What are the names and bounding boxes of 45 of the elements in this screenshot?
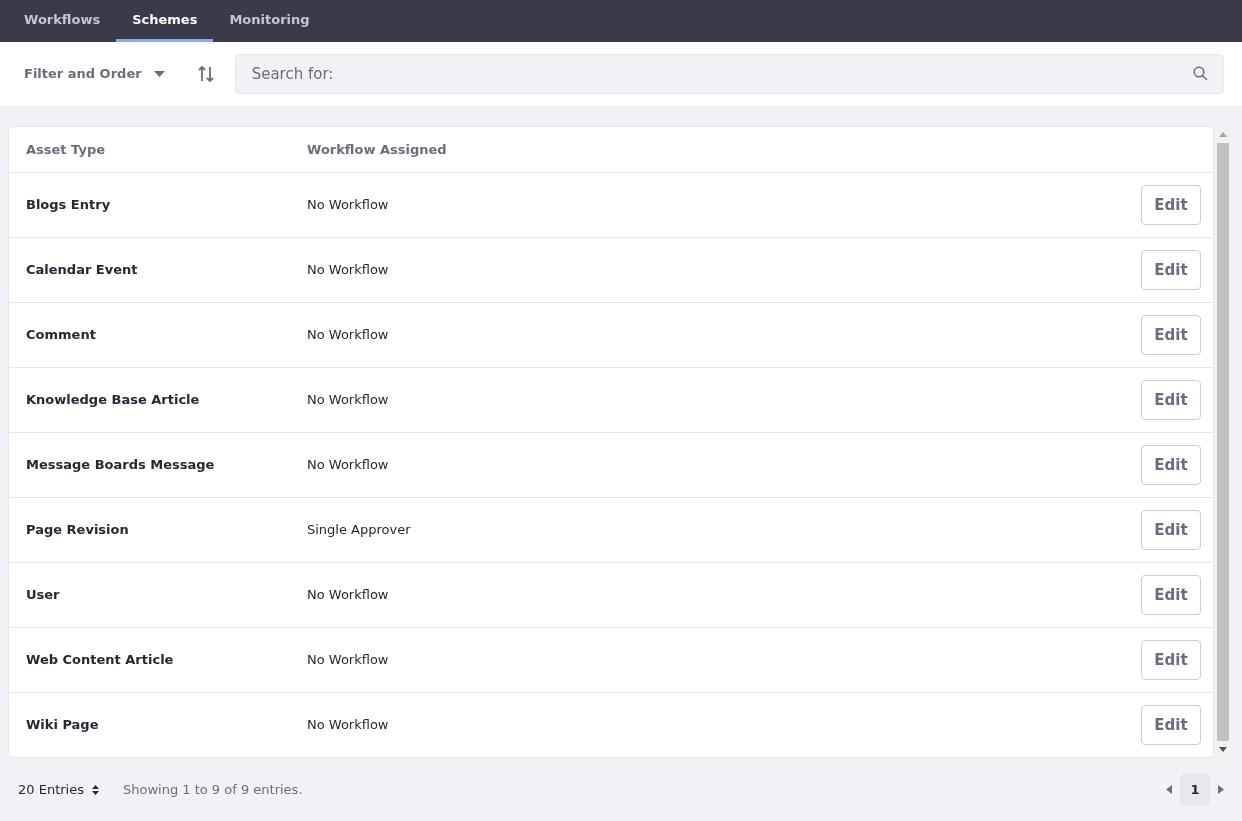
edit-button[interactable]: Edit (1141, 315, 1201, 355)
table-cell-text: Single Approver (307, 521, 412, 540)
table-cell-text: Message Boards Message (25, 456, 216, 475)
table-cell-text: Blogs Entry (25, 196, 112, 215)
nav-tab[interactable]: Workflows (8, 0, 117, 42)
sort-icon (196, 65, 215, 83)
entries-selector[interactable]: 20 Entries (18, 779, 99, 800)
edit-button[interactable]: Edit (1141, 380, 1201, 420)
edit-button[interactable]: Edit (1141, 640, 1201, 680)
edit-button[interactable]: Edit (1141, 575, 1201, 615)
search-icon (1193, 66, 1208, 81)
table-cell-text: Page Revision (25, 521, 130, 540)
table-cell-text: Web Content Article (25, 651, 175, 670)
table-cell-text: No Workflow (307, 196, 390, 215)
next-page-icon[interactable] (1218, 785, 1224, 794)
table-cell-text: Calendar Event (25, 261, 139, 280)
table-cell-text: No Workflow (307, 391, 390, 410)
table-cell-text: No Workflow (307, 261, 390, 280)
edit-button[interactable]: Edit (1141, 250, 1201, 290)
filter-dropdown[interactable]: Filter and Order (24, 64, 165, 84)
edit-button[interactable]: Edit (1141, 510, 1201, 550)
search-field[interactable]: Search for: (234, 54, 1224, 94)
table-cell-text: No Workflow (307, 651, 390, 670)
scrollbar[interactable] (1216, 126, 1230, 758)
table-cell-text: User (25, 586, 61, 605)
column-header: Workflow Assigned (307, 140, 448, 159)
entries-summary: Showing 1 to 9 of 9 entries. (122, 780, 303, 799)
table-cell-text: No Workflow (307, 326, 390, 345)
edit-button[interactable]: Edit (1141, 705, 1201, 745)
nav-tab[interactable]: Monitoring (213, 0, 326, 42)
table-cell-text: Comment (25, 326, 97, 345)
scroll-down-icon[interactable] (1219, 747, 1227, 752)
edit-button[interactable]: Edit (1141, 185, 1201, 225)
page-button[interactable]: 1 (1180, 773, 1210, 806)
table-cell-text: Knowledge Base Article (25, 391, 201, 410)
sort-caret-icon (91, 784, 99, 795)
table-cell-text: No Workflow (307, 456, 390, 475)
table-cell-text: Wiki Page (25, 716, 100, 735)
sort-button[interactable] (196, 65, 215, 83)
previous-page-icon[interactable] (1166, 785, 1172, 794)
caret-icon (153, 71, 165, 77)
edit-button[interactable]: Edit (1141, 445, 1201, 485)
column-header: Asset Type (25, 140, 106, 159)
table-cell-text: No Workflow (307, 716, 390, 735)
table-cell-text: No Workflow (307, 586, 390, 605)
